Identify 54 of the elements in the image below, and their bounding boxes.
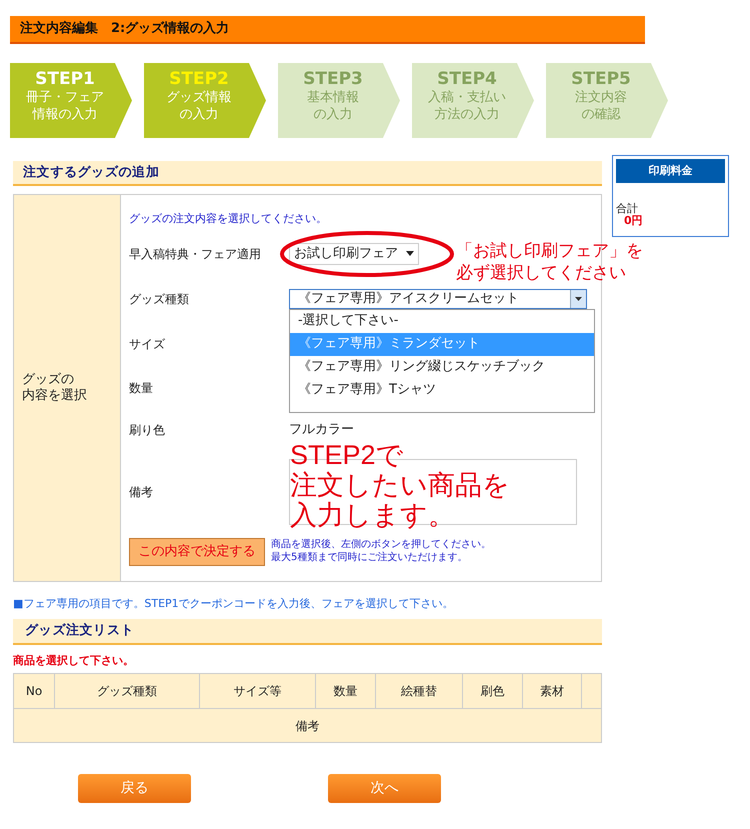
column-header: サイズ等	[199, 674, 316, 708]
step-label: STEP1	[35, 69, 95, 89]
annotation-text: STEP2で	[290, 440, 405, 470]
column-header: 数量	[316, 674, 375, 708]
step-label: STEP5	[571, 69, 631, 89]
column-header: 絵種替	[375, 674, 463, 708]
column-header: 刷色	[462, 674, 522, 708]
field-label: グッズ種類	[129, 290, 190, 308]
remarks-header: 備考	[14, 708, 602, 742]
section-title: グッズ注文リスト	[25, 622, 134, 640]
page-title: 注文内容編集 2:グッズ情報の入力	[20, 20, 230, 38]
section-title: 注文するグッズの追加	[23, 164, 160, 182]
hint-text: 商品を選択後、左側のボタンを押してください。	[271, 538, 491, 550]
step-label: STEP4	[437, 69, 497, 89]
annotation-text: 注文したい商品を	[290, 470, 510, 500]
dropdown-option[interactable]: -選択して下さい-	[290, 310, 594, 332]
field-label: 数量	[129, 380, 154, 396]
intro-text: グッズの注文内容を選択してください。	[129, 211, 328, 227]
field-label: サイズ	[129, 336, 166, 352]
side-label: グッズの	[22, 372, 75, 388]
step-label: STEP2	[169, 69, 229, 89]
step-text: の入力	[180, 106, 218, 123]
warning-text: 商品を選択して下さい。	[13, 652, 135, 668]
annotation-note: 「お試し印刷フェア」を	[456, 240, 643, 262]
total-amount: 0円	[624, 215, 644, 227]
step-text: 注文内容	[575, 89, 627, 106]
fair-note: ■フェア専用の項目です。STEP1でクーポンコードを入力後、フェアを選択して下さい。	[13, 596, 455, 612]
step-text: の入力	[314, 106, 352, 123]
field-label: 備考	[129, 484, 154, 500]
goods-type-select[interactable]: 《フェア専用》アイスクリームセット	[289, 288, 587, 308]
caret-icon	[406, 251, 414, 256]
total-label: 合計	[616, 203, 639, 215]
step-label: STEP3	[303, 69, 363, 89]
dropdown-option[interactable]: 《フェア専用》Tシャツ	[290, 378, 594, 402]
step-text: 入稿・支払い	[428, 89, 506, 106]
step-text: 情報の入力	[32, 106, 98, 123]
step-text: グッズ情報	[166, 89, 232, 106]
hint-text: 最大5種類まで同時にご注文いただけます。	[271, 550, 468, 564]
step-text: 基本情報	[307, 89, 359, 106]
side-label: 内容を選択	[22, 388, 88, 404]
column-header: No	[14, 674, 55, 708]
step-text: 冊子・フェア	[26, 89, 104, 106]
annotation-note: 必ず選択してください	[456, 262, 627, 284]
step-text: の確認	[582, 106, 620, 123]
field-label: 早入稿特典・フェア適用	[129, 246, 262, 262]
fair-select[interactable]: お試し印刷フェア	[289, 242, 419, 264]
price-title: 印刷料金	[648, 162, 692, 179]
field-label: 刷り色	[129, 422, 166, 438]
dropdown-option[interactable]: 《フェア専用》リング綴じスケッチブック	[290, 356, 594, 378]
column-header: グッズ種類	[54, 674, 200, 708]
column-header: 素材	[522, 674, 582, 708]
print-color-value: フルカラー	[289, 420, 354, 439]
step-text: 方法の入力	[434, 106, 500, 123]
annotation-text: 入力します。	[290, 500, 456, 530]
